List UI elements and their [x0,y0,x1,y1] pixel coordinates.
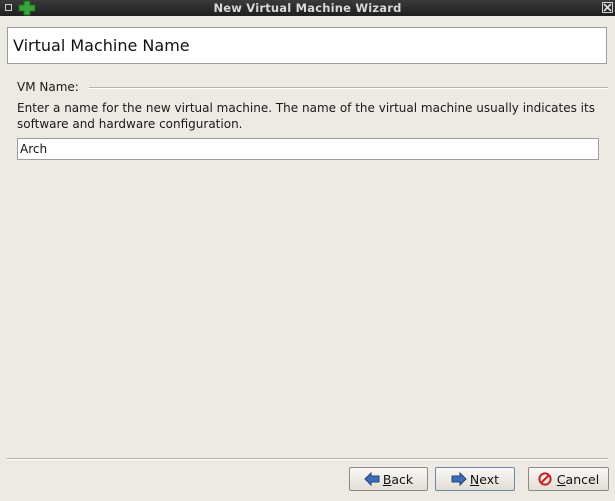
close-icon[interactable] [602,2,613,13]
next-arrow-icon [451,471,467,487]
section-divider [89,87,608,89]
back-button[interactable]: Back [349,467,428,491]
cancel-button[interactable]: Cancel [528,467,609,491]
next-button[interactable]: Next [435,467,515,491]
cancel-button-label: Cancel [556,471,600,487]
back-button-label: Back [382,471,414,487]
section-description: Enter a name for the new virtual machine… [17,101,595,131]
page-header: Virtual Machine Name [7,27,607,64]
window-title: New Virtual Machine Wizard [213,1,402,15]
cancel-icon [538,472,554,486]
title-bar: New Virtual Machine Wizard [0,0,615,16]
bottom-divider [7,458,608,460]
page-title: Virtual Machine Name [13,36,190,55]
vm-name-input[interactable] [17,138,599,160]
back-arrow-icon [364,471,380,487]
next-button-label: Next [469,471,500,487]
vm-name-section: VM Name: [17,80,608,96]
section-label: VM Name: [17,80,85,94]
